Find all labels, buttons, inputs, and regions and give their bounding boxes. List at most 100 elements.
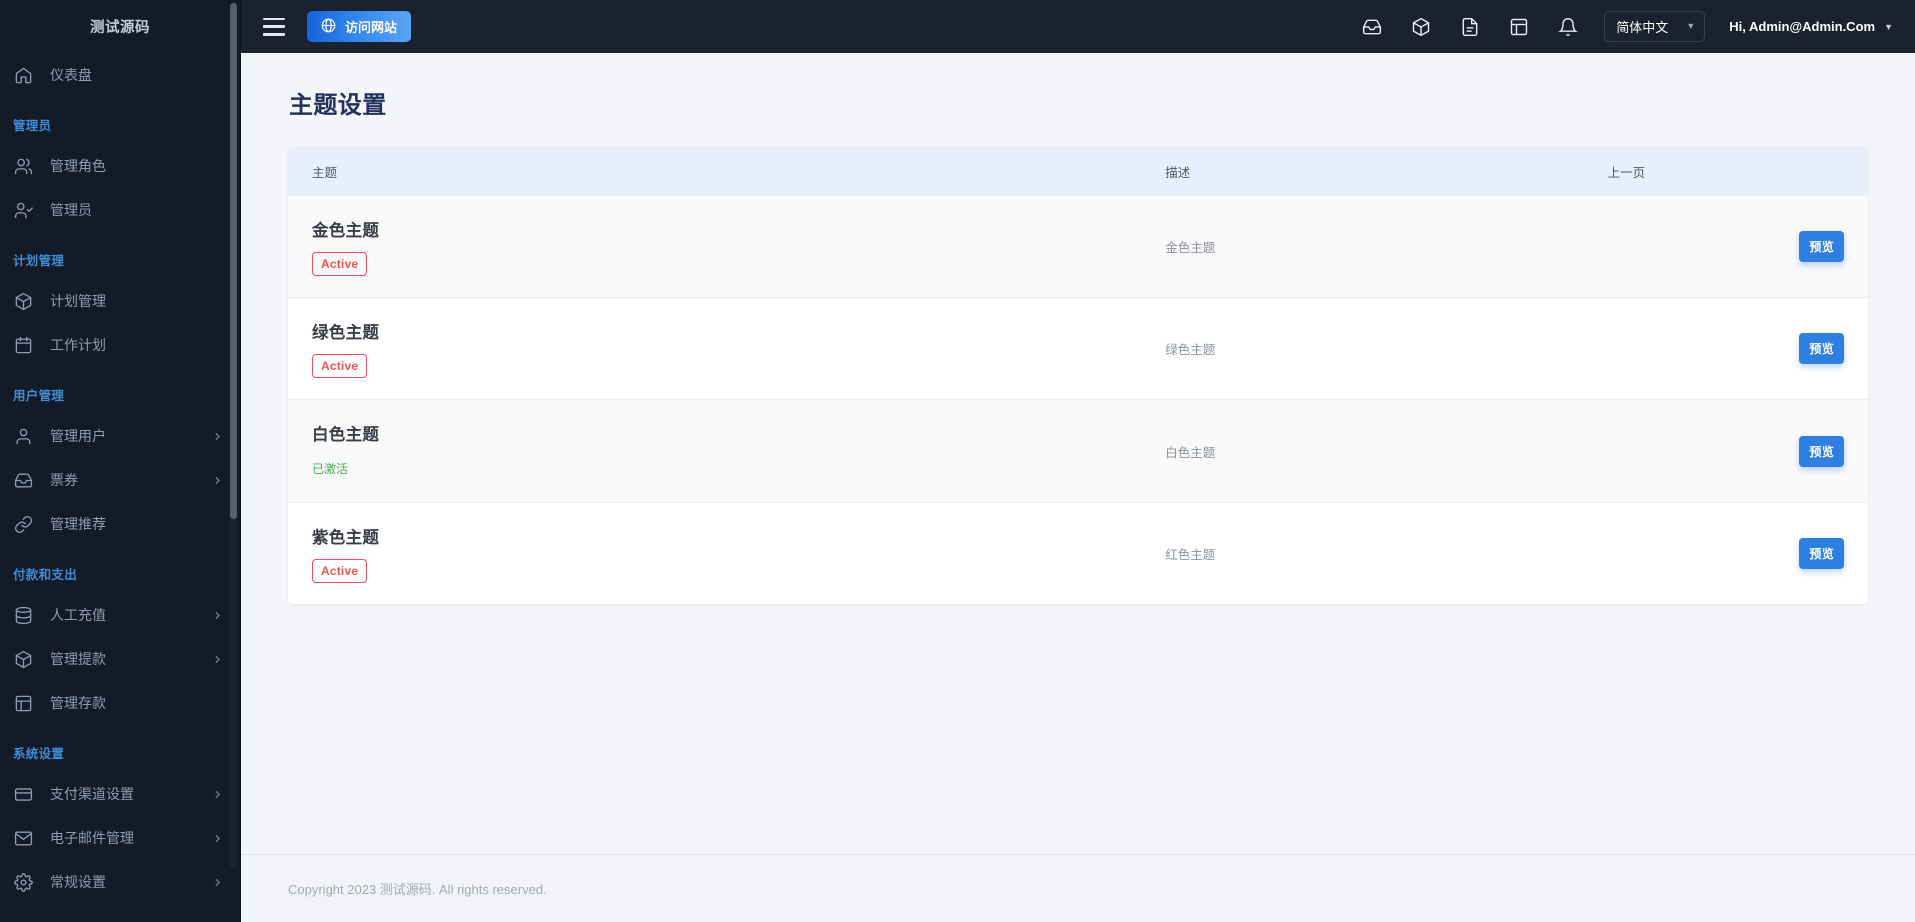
sidebar-item-label: 管理推荐 [50, 516, 106, 532]
credit-card-icon [13, 784, 34, 805]
bell-icon[interactable] [1558, 17, 1579, 37]
table-header-row: 主题 描述 上一页 [288, 147, 1868, 196]
theme-name: 金色主题 [312, 222, 380, 240]
sidebar-item-label: 电子邮件管理 [50, 830, 134, 846]
sidebar-item-1-0[interactable]: 管理角色 [0, 144, 240, 188]
sidebar-item-label: 支付渠道设置 [50, 786, 134, 802]
status-badge: 已激活 [312, 462, 349, 476]
sidebar-item-3-1[interactable]: 票券 [0, 458, 240, 502]
sidebar-item-3-2[interactable]: 管理推荐 [0, 502, 240, 546]
table-row: 绿色主题 Active 绿色主题 预览 [288, 297, 1868, 400]
cell-description: 金色主题 [1165, 241, 1216, 255]
chevron-down-icon: ▼ [1884, 21, 1893, 32]
sidebar-item-4-2[interactable]: 管理存款 [0, 681, 240, 725]
box-icon [13, 291, 34, 312]
visit-site-button[interactable]: 访问网站 [307, 11, 412, 42]
sidebar-item-5-0[interactable]: 支付渠道设置 [0, 772, 240, 816]
sidebar-section-label: 用户管理 [13, 389, 65, 403]
database-icon [13, 605, 34, 626]
cell-theme: 紫色主题 Active [288, 503, 1141, 605]
theme-settings-card: 主题 描述 上一页 金色主题 Active 金色主题 预览 绿色主题 Active 绿色主题… [288, 147, 1868, 604]
preview-button[interactable]: 预览 [1799, 435, 1844, 467]
user-greeting-label: Hi, Admin@Admin.Com [1729, 19, 1876, 34]
sidebar-section-label: 付款和支出 [13, 568, 78, 582]
user-check-icon [13, 200, 34, 221]
link-icon [13, 514, 34, 535]
sidebar-item-2-0[interactable]: 计划管理 [0, 279, 240, 323]
sidebar-item-label: 人工充值 [50, 607, 106, 623]
table-row: 紫色主题 Active 红色主题 预览 [288, 502, 1868, 605]
sidebar-scrollbar-thumb[interactable] [230, 3, 237, 519]
package-icon[interactable] [1411, 17, 1431, 37]
table-row: 白色主题 已激活 白色主题 预览 [288, 399, 1868, 503]
sidebar-item-label: 票券 [50, 472, 78, 488]
column-header-description: 描述 [1141, 147, 1584, 196]
page-footer: Copyright 2023 测试源码. All rights reserved… [241, 854, 1915, 922]
content-area: 主题设置 主题 描述 上一页 金色主题 Active 金色主题 预览 绿色主题 Activ… [241, 53, 1915, 854]
chevron-right-icon [211, 788, 224, 801]
cell-theme: 白色主题 已激活 [288, 400, 1141, 503]
table-row: 金色主题 Active 金色主题 预览 [288, 196, 1868, 298]
chevron-right-icon [211, 832, 224, 845]
box-icon [13, 649, 34, 670]
sidebar-item-label: 管理存款 [50, 695, 106, 711]
cell-theme: 绿色主题 Active [288, 298, 1141, 400]
preview-button[interactable]: 预览 [1799, 231, 1844, 262]
user-icon [13, 426, 34, 447]
main-panel: 访问网站 简体中文 ▼ Hi, Admin@Admin.Com ▼ 主题设置 主… [241, 0, 1915, 922]
sidebar-item-2-1[interactable]: 工作计划 [0, 323, 240, 367]
layout-table-icon[interactable] [1509, 17, 1529, 37]
theme-name: 绿色主题 [312, 324, 380, 342]
sidebar-section-label: 管理员 [13, 119, 52, 133]
language-selected-value: 简体中文 [1616, 20, 1669, 35]
column-header-theme: 主题 [288, 147, 1142, 196]
home-icon [13, 65, 34, 86]
sidebar-section-label: 计划管理 [13, 254, 65, 268]
theme-table: 主题 描述 上一页 金色主题 Active 金色主题 预览 绿色主题 Active 绿色主题… [288, 147, 1868, 604]
sidebar-item-label: 工作计划 [50, 337, 106, 353]
status-badge: Active [312, 252, 368, 276]
chevron-right-icon [211, 430, 224, 443]
chevron-right-icon [211, 653, 224, 666]
status-badge: Active [312, 354, 368, 378]
menu-toggle-icon[interactable] [263, 17, 285, 36]
sidebar-item-5-1[interactable]: 电子邮件管理 [0, 816, 240, 860]
sidebar-section-label: 系统设置 [13, 747, 65, 761]
sidebar-item-label: 管理员 [50, 202, 92, 218]
chevron-right-icon [211, 609, 224, 622]
user-menu[interactable]: Hi, Admin@Admin.Com ▼ [1729, 19, 1893, 34]
sidebar-item-label: 仪表盘 [50, 67, 92, 83]
cell-action: 预览 [1584, 503, 1868, 605]
visit-site-label: 访问网站 [345, 20, 398, 35]
sidebar-item-3-0[interactable]: 管理用户 [0, 414, 240, 458]
cell-description: 红色主题 [1165, 548, 1216, 562]
sidebar-item-4-1[interactable]: 管理提款 [0, 637, 240, 681]
preview-button[interactable]: 预览 [1799, 538, 1844, 569]
sidebar-item-5-2[interactable]: 常规设置 [0, 860, 240, 904]
app-root: 测试源码 仪表盘 管理员 管理角色 管理员 计划管理 计划管理 工作计划 用户管理 管理用户 票券… [0, 0, 1915, 922]
users-icon [13, 156, 34, 177]
sidebar-item-label: 常规设置 [50, 874, 106, 890]
sidebar-item-4-0[interactable]: 人工充值 [0, 593, 240, 637]
inbox-icon[interactable] [1362, 17, 1382, 37]
table-body: 金色主题 Active 金色主题 预览 绿色主题 Active 绿色主题 预览 白色主题 已激活白… [288, 196, 1868, 604]
calendar-icon [13, 335, 34, 356]
file-text-icon[interactable] [1460, 17, 1480, 37]
sidebar-item-1-1[interactable]: 管理员 [0, 188, 240, 232]
inbox-icon [13, 470, 34, 491]
sidebar-brand[interactable]: 测试源码 [0, 0, 240, 53]
sidebar-item-label: 计划管理 [50, 293, 106, 309]
theme-name: 紫色主题 [312, 529, 380, 547]
cell-action: 预览 [1584, 400, 1868, 503]
language-selector[interactable]: 简体中文 ▼ [1604, 11, 1706, 42]
sidebar: 测试源码 仪表盘 管理员 管理角色 管理员 计划管理 计划管理 工作计划 用户管理 管理用户 票券… [0, 0, 241, 922]
sidebar-item-label: 管理提款 [50, 651, 106, 667]
brand-title: 测试源码 [90, 20, 150, 36]
cell-description: 绿色主题 [1165, 343, 1216, 357]
mail-icon [13, 828, 34, 849]
column-header-action: 上一页 [1583, 147, 1868, 196]
chevron-down-icon: ▼ [1686, 21, 1696, 31]
preview-button[interactable]: 预览 [1799, 333, 1844, 364]
sidebar-item-0-0[interactable]: 仪表盘 [0, 53, 240, 97]
sidebar-item-label: 管理用户 [50, 428, 106, 444]
